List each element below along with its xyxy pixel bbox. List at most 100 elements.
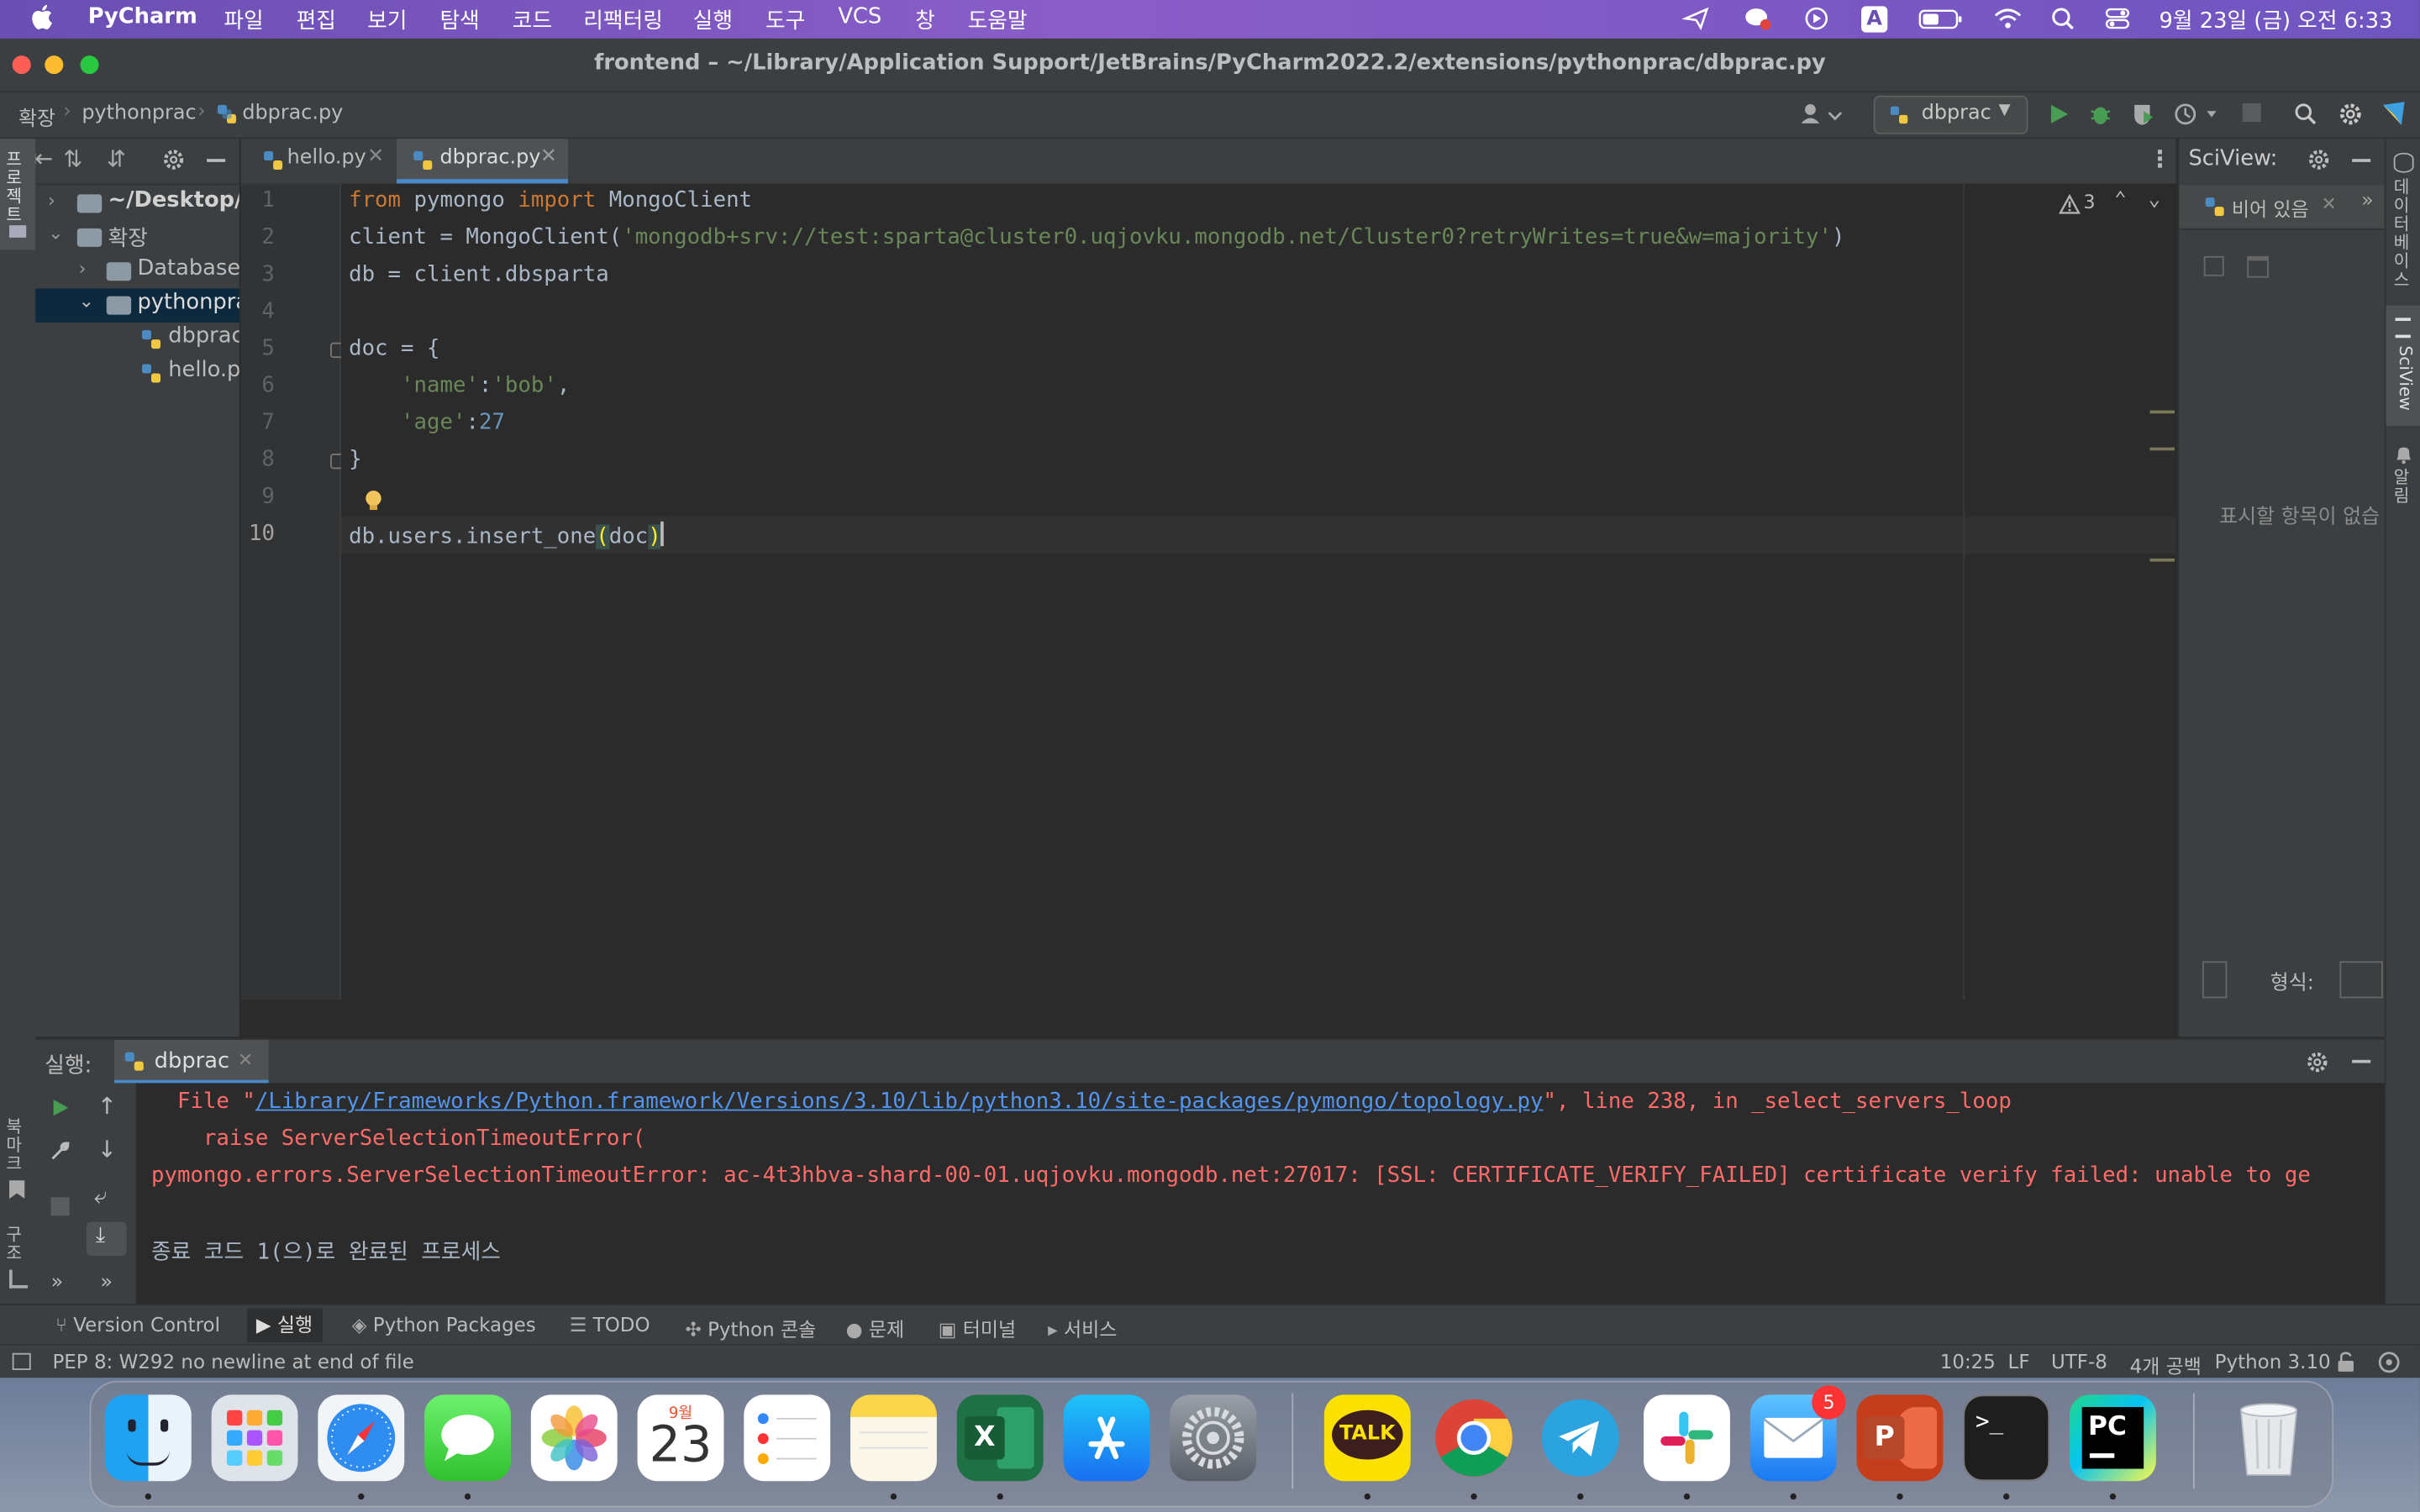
close-tab-icon[interactable]: ✕ [2321,193,2336,215]
tree-row[interactable]: › Database [35,255,239,288]
menu-tools[interactable]: 도구 [765,5,805,36]
coverage-icon[interactable] [2131,102,2155,126]
telegram-app[interactable] [1537,1394,1623,1481]
file-encoding[interactable]: UTF-8 [2051,1350,2107,1373]
more-icon[interactable]: » [51,1271,64,1294]
send-icon[interactable] [1682,6,1710,31]
powerpoint-app[interactable]: P [1856,1394,1944,1482]
wifi-icon[interactable] [1994,6,2022,30]
trash-app[interactable] [2226,1394,2312,1481]
settings-gear-icon[interactable] [2306,1051,2329,1074]
menu-vcs[interactable]: VCS [838,5,881,29]
breadcrumb-item-file[interactable]: dbprac.py [242,102,343,125]
python-interpreter[interactable]: Python 3.10 [2215,1350,2331,1373]
close-tab-icon[interactable]: ✕ [540,145,557,169]
chrome-app[interactable] [1431,1394,1518,1481]
menu-navigate[interactable]: 탐색 [439,5,479,36]
code-line-10[interactable]: db.users.insert_one(doc) [349,521,665,549]
code-line-3[interactable]: db = client.dbsparta [349,262,609,286]
line-separator[interactable]: LF [2008,1350,2030,1373]
input-source-indicator[interactable]: A [1861,6,1888,33]
warning-count[interactable]: 3 [2084,192,2096,213]
tab-todo[interactable]: ☰ TODO [570,1313,650,1336]
spotlight-search-icon[interactable] [2049,6,2077,30]
code-line-7[interactable]: 'age':27 [349,411,505,435]
chat-icon[interactable] [1744,6,1771,30]
chevron-down-icon[interactable]: ⌄ [48,222,63,244]
window-icon[interactable] [2247,255,2269,278]
control-center-icon[interactable] [2103,6,2131,30]
collapse-all-icon[interactable]: ⇵ [107,145,126,173]
excel-app[interactable]: X [956,1394,1044,1482]
error-stripe-mark[interactable] [2149,447,2175,451]
reminders-app[interactable] [744,1394,831,1482]
format-field[interactable] [2339,961,2383,999]
tab-problems[interactable]: ● 문제 [846,1313,905,1342]
code-line-5[interactable]: doc = { [349,336,439,360]
cursor-position[interactable]: 10:25 [1940,1350,1996,1373]
console-line[interactable]: 종료 코드 1(으)로 완료된 프로세스 [151,1236,501,1267]
debug-icon[interactable] [2088,102,2112,126]
menu-window[interactable]: 창 [915,5,935,36]
account-icon[interactable] [1798,102,1844,126]
profile-icon[interactable] [2173,102,2219,126]
chevron-right-icon[interactable]: › [48,190,55,212]
sciview-checkbox[interactable] [2202,961,2228,999]
tab-hello-py[interactable]: hello.py ✕ [256,139,395,183]
tab-run[interactable]: ▶ 실행 [246,1308,323,1342]
tab-python-packages[interactable]: ◈ Python Packages [352,1313,536,1336]
sciview-tab[interactable]: 비어 있음 ✕ » [2179,185,2386,230]
code-line-6[interactable]: 'name':'bob', [349,373,570,397]
hide-panel-icon[interactable] [2352,1059,2371,1063]
unlock-icon[interactable] [2337,1352,2355,1373]
close-tab-icon[interactable]: ✕ [238,1049,253,1071]
menu-run[interactable]: 실행 [693,5,733,36]
slack-app[interactable] [1644,1394,1730,1482]
down-arrow-icon[interactable]: ↓ [97,1136,117,1163]
menu-help[interactable]: 도움말 [968,5,1028,36]
chevron-down-icon[interactable]: ⌄ [79,290,94,312]
rerun-icon[interactable] [50,1097,71,1119]
mail-app[interactable]: 5 [1749,1385,1846,1482]
stop-icon[interactable] [50,1197,70,1216]
hide-panel-icon[interactable] [2352,159,2371,162]
up-arrow-icon[interactable]: ↑ [97,1092,117,1120]
console-line[interactable]: File "/Library/Frameworks/Python.framewo… [151,1089,2012,1114]
finder-app[interactable] [104,1394,192,1482]
menu-code[interactable]: 코드 [513,5,552,36]
open-external-icon[interactable] [2203,255,2224,276]
menu-refactor[interactable]: 리팩터링 [583,5,663,36]
chevron-right-icon[interactable]: › [79,258,87,280]
apple-icon[interactable] [31,3,55,31]
more-tabs-icon[interactable]: ⋮ [2149,145,2172,173]
close-tab-icon[interactable]: ✕ [367,145,384,169]
tool-windows-toggle-icon[interactable] [12,1352,31,1370]
search-icon[interactable] [2293,102,2317,126]
tree-row[interactable]: ⌄ 확장 [35,221,239,255]
menu-edit[interactable]: 편집 [297,5,336,36]
panel-settings-icon[interactable] [162,148,186,171]
collapse-icon[interactable]: ⇤ [35,144,53,173]
intention-bulb-icon[interactable] [363,489,385,513]
console-line[interactable]: raise ServerSelectionTimeoutError( [151,1126,645,1151]
battery-icon[interactable] [1918,6,1965,30]
breadcrumb-item-folder[interactable]: pythonprac [82,102,196,125]
code-line-1[interactable]: from pymongo import MongoClient [349,188,752,213]
settings-gear-icon[interactable] [2307,148,2331,171]
app-store-app[interactable] [1063,1394,1150,1482]
system-preferences-app[interactable] [1170,1394,1257,1482]
code-line-2[interactable]: client = MongoClient('mongodb+srv://test… [349,225,1844,249]
run-tab-dbprac[interactable]: dbprac ✕ [113,1039,269,1085]
next-highlight-icon[interactable]: ⌄ [2149,188,2160,212]
breadcrumb-item-extensions[interactable]: 확장 [18,102,55,132]
sciview-tool-button[interactable]: SciView [2386,305,2420,426]
console-line[interactable]: pymongo.errors.ServerSelectionTimeoutErr… [151,1163,2311,1188]
notifications-tool-button[interactable]: 알림 [2394,468,2414,506]
play-circle-icon[interactable] [1802,6,1830,30]
warning-icon[interactable] [2059,194,2081,214]
soft-wrap-icon[interactable]: ⤶ [94,1182,107,1210]
tree-row[interactable]: › ~/Desktop/s [35,186,239,220]
bookmarks-tool-button[interactable]: 북마크 [6,1118,29,1174]
previous-highlight-icon[interactable]: ⌃ [2114,188,2126,212]
expand-all-icon[interactable]: ⇅ [63,145,82,173]
